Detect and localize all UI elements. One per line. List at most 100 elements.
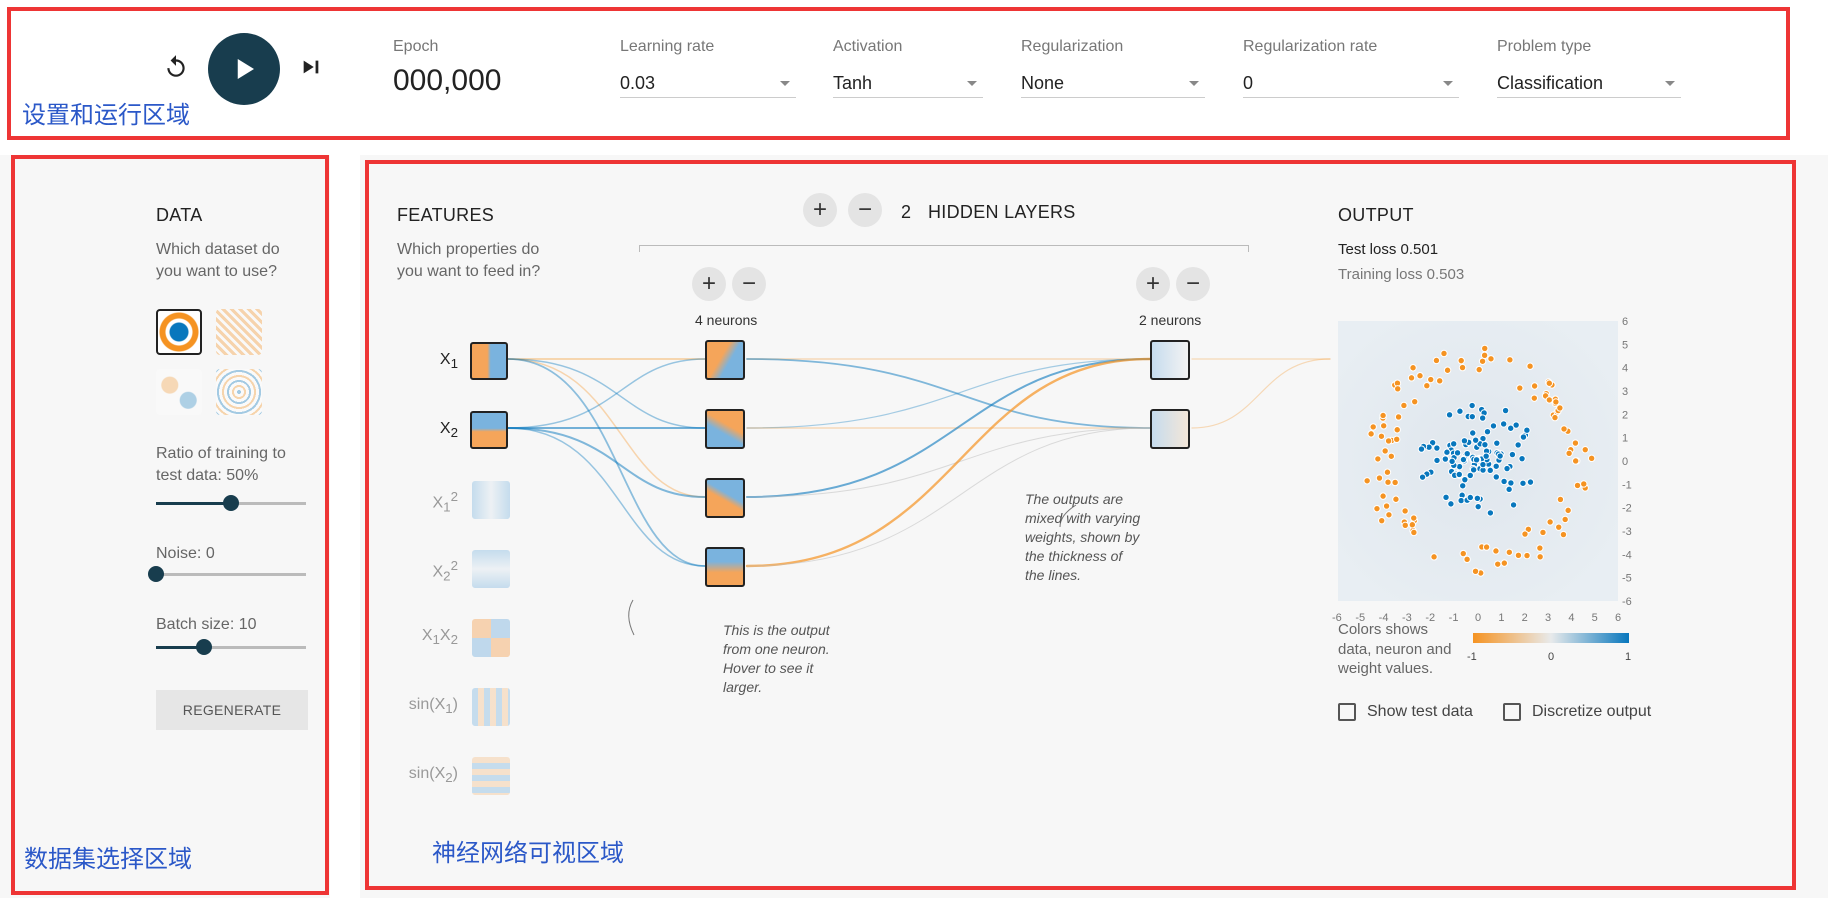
- dataset-gauss-thumb[interactable]: [156, 369, 202, 415]
- data-point: [1400, 401, 1408, 410]
- regularization-rate-select[interactable]: Regularization rate 0: [1243, 38, 1459, 98]
- settings-zone-label: 设置和运行区域: [22, 101, 190, 129]
- data-point: [1363, 477, 1371, 485]
- slider-knob[interactable]: [148, 566, 164, 582]
- discretize-output-checkbox[interactable]: Discretize output: [1503, 703, 1651, 721]
- neuron-l1-2[interactable]: [705, 409, 745, 449]
- data-point: [1521, 530, 1529, 538]
- checkbox-icon[interactable]: [1503, 703, 1521, 721]
- data-point: [1508, 450, 1517, 459]
- noise-label: Noise:: [156, 545, 202, 562]
- y-tick-label: -4: [1622, 549, 1632, 561]
- step-button[interactable]: [296, 52, 326, 82]
- training-loss-value: 0.503: [1426, 266, 1465, 283]
- network-panel: FEATURES Which properties do you want to…: [360, 155, 1828, 898]
- y-tick-label: -5: [1622, 573, 1632, 585]
- feature-x1[interactable]: [470, 342, 508, 380]
- data-point: [1459, 549, 1467, 558]
- data-point: [1423, 382, 1431, 390]
- feature-x2[interactable]: [470, 411, 508, 449]
- feature-x1x2[interactable]: [472, 619, 510, 657]
- y-tick-label: 2: [1622, 409, 1628, 421]
- data-point: [1393, 426, 1401, 434]
- feature-x2-squared[interactable]: [472, 550, 510, 588]
- neuron-l2-1[interactable]: [1150, 340, 1190, 380]
- epoch-value: 000,000: [393, 64, 502, 97]
- show-test-data-checkbox[interactable]: Show test data: [1338, 703, 1473, 721]
- x-tick-label: 5: [1592, 612, 1598, 624]
- checkbox-icon[interactable]: [1338, 703, 1356, 721]
- data-point: [1496, 452, 1504, 460]
- feature-sin-x2[interactable]: [472, 757, 510, 795]
- data-point: [1489, 422, 1498, 430]
- feature-label-x2-squared: X22: [432, 558, 458, 584]
- feature-sin-x1[interactable]: [472, 688, 510, 726]
- data-point: [1481, 440, 1489, 449]
- neuron-l1-3[interactable]: [705, 478, 745, 518]
- neuron-l2-2[interactable]: [1150, 409, 1190, 449]
- batch-label: Batch size:: [156, 616, 235, 633]
- data-point: [1468, 401, 1476, 410]
- dataset-circle-thumb[interactable]: [156, 309, 202, 355]
- data-point: [1516, 384, 1524, 392]
- step-icon: [303, 60, 319, 74]
- play-button[interactable]: [208, 33, 280, 105]
- learning-rate-select[interactable]: Learning rate 0.03: [620, 38, 796, 98]
- neuron-l1-1[interactable]: [705, 340, 745, 380]
- data-point: [1410, 514, 1418, 522]
- feature-label-x1-squared: X12: [432, 489, 458, 515]
- slider-knob[interactable]: [223, 495, 239, 511]
- slider-knob[interactable]: [196, 639, 212, 655]
- data-point: [1367, 430, 1375, 438]
- epoch-label: Epoch: [393, 38, 439, 55]
- feature-x1-squared[interactable]: [472, 481, 510, 519]
- problem-type-select[interactable]: Problem type Classification: [1497, 38, 1681, 98]
- batch-slider[interactable]: [156, 639, 306, 655]
- data-point: [1514, 551, 1523, 560]
- data-point: [1416, 372, 1424, 380]
- epoch-display: Epoch 000,000: [393, 38, 501, 98]
- neuron-l1-4[interactable]: [705, 547, 745, 587]
- activation-select[interactable]: Activation Tanh: [833, 38, 983, 98]
- data-point: [1503, 464, 1511, 473]
- learning-rate-label: Learning rate: [620, 38, 715, 55]
- data-point: [1455, 470, 1463, 479]
- noise-slider[interactable]: [148, 566, 306, 582]
- data-point: [1514, 441, 1522, 449]
- legend-tick-zero: 0: [1548, 651, 1555, 663]
- data-point: [1442, 493, 1450, 502]
- data-point: [1501, 406, 1510, 415]
- regenerate-button[interactable]: REGENERATE: [156, 690, 308, 730]
- ratio-slider[interactable]: [156, 495, 306, 511]
- discretize-output-label: Discretize output: [1532, 703, 1652, 720]
- data-point: [1427, 375, 1435, 384]
- data-point: [1410, 528, 1418, 537]
- chevron-down-icon: [1665, 81, 1675, 86]
- data-panel: DATA Which dataset do you want to use? R…: [0, 155, 330, 898]
- data-point: [1560, 425, 1568, 433]
- data-point: [1445, 411, 1454, 419]
- data-point: [1418, 473, 1427, 481]
- data-point: [1375, 474, 1384, 482]
- regularization-select[interactable]: Regularization None: [1021, 38, 1205, 98]
- data-point: [1471, 567, 1480, 576]
- x-tick-label: 0: [1475, 612, 1481, 624]
- data-point: [1394, 413, 1403, 421]
- reset-button[interactable]: [161, 52, 191, 82]
- data-point: [1443, 366, 1452, 374]
- ratio-value: 50%: [226, 467, 259, 484]
- dataset-spiral-thumb[interactable]: [216, 369, 262, 415]
- data-point: [1440, 349, 1448, 358]
- data-point: [1545, 396, 1554, 404]
- chevron-down-icon: [967, 81, 977, 86]
- y-tick-label: 3: [1622, 386, 1628, 398]
- data-point: [1378, 516, 1386, 525]
- data-point: [1474, 502, 1482, 511]
- data-point: [1461, 475, 1469, 484]
- data-point: [1379, 422, 1388, 430]
- y-tick-label: 1: [1622, 433, 1628, 445]
- data-point: [1393, 385, 1402, 393]
- dataset-xor-thumb[interactable]: [216, 309, 262, 355]
- play-icon: [237, 59, 254, 79]
- y-tick-label: -3: [1622, 526, 1632, 538]
